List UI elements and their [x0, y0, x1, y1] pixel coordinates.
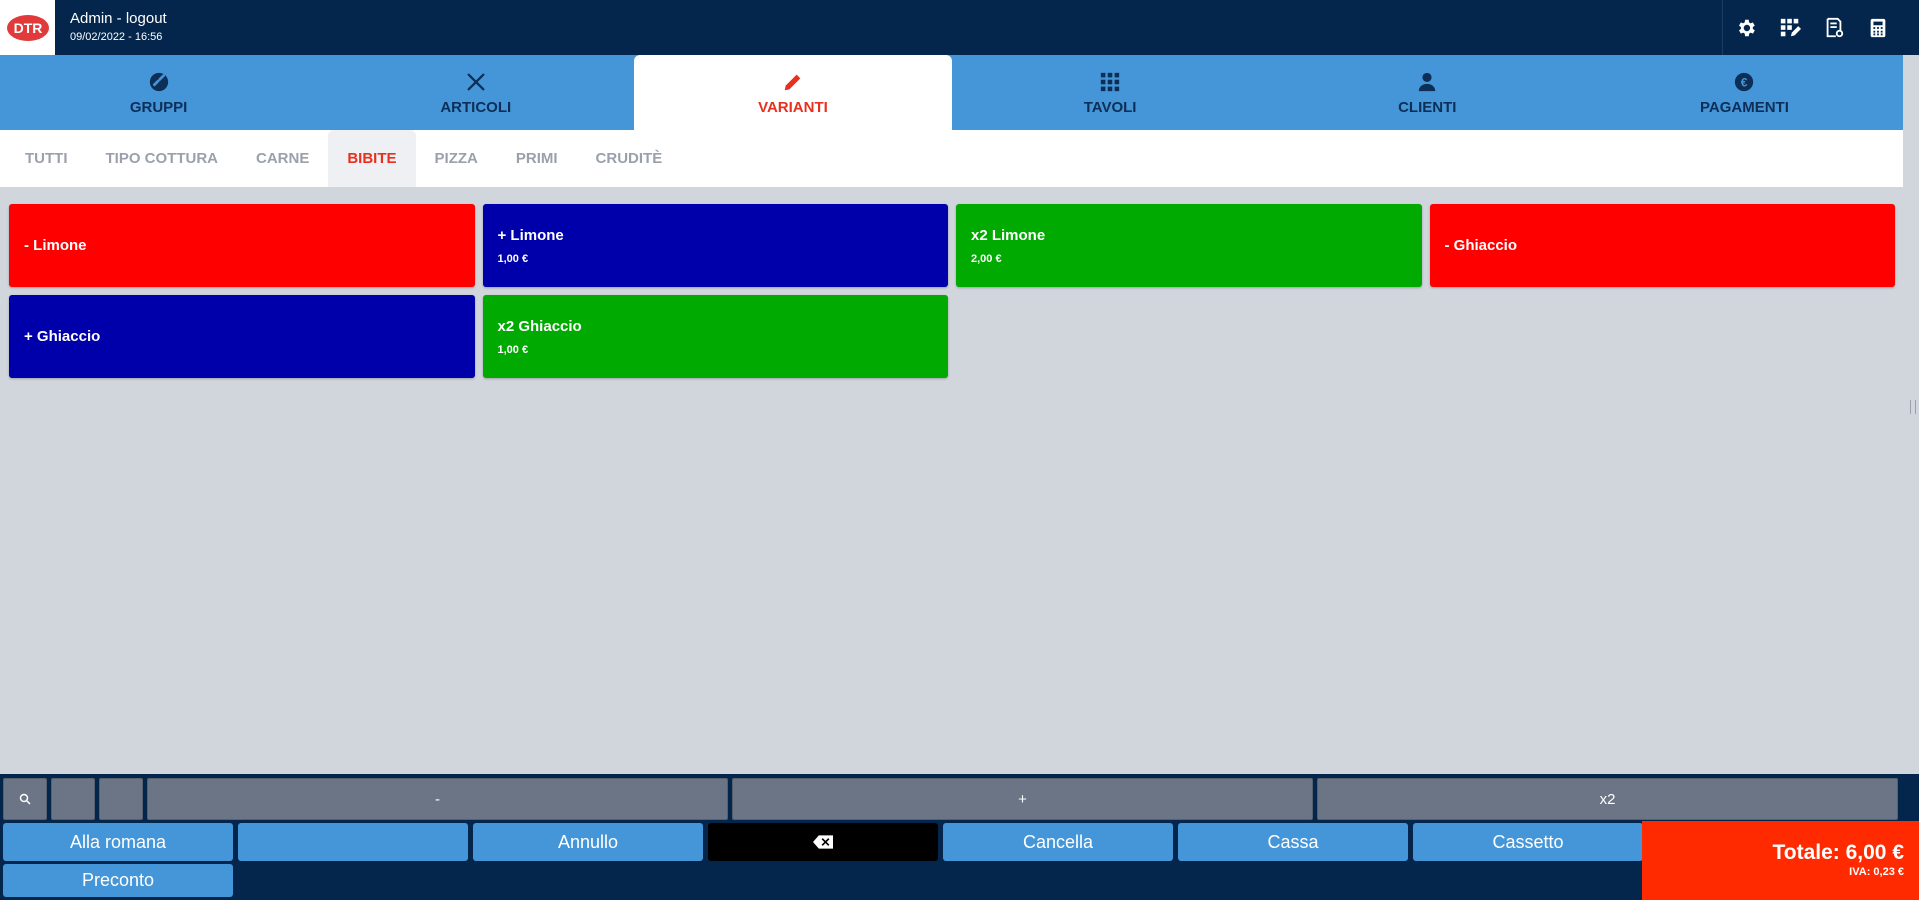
variant-price: 1,00 €	[497, 252, 529, 265]
svg-text:DTR: DTR	[13, 20, 42, 36]
preconto-button[interactable]: Preconto	[3, 864, 233, 897]
top-bar: DTR Admin - logout 09/02/2022 - 16:56	[0, 0, 1919, 55]
keypad-blank-button[interactable]	[99, 778, 143, 820]
user-info: Admin - logout 09/02/2022 - 16:56	[70, 10, 167, 45]
variant-button[interactable]: + Ghiaccio	[9, 295, 475, 378]
subtab-primi[interactable]: PRIMI	[497, 130, 577, 187]
current-datetime: 09/02/2022 - 16:56	[70, 31, 163, 43]
search-icon	[19, 793, 31, 805]
variant-price: 1,00 €	[497, 343, 529, 356]
main-tabs: GRUPPI ARTICOLI VARIANTI TAVOLI CLIENTI …	[0, 55, 1903, 130]
variant-button[interactable]: + Limone 1,00 €	[482, 204, 948, 287]
function-row: Alla romana Annullo Cancella Cassa Casse…	[3, 823, 1643, 861]
top-toolbar	[1722, 0, 1919, 55]
cancella-button[interactable]: Cancella	[943, 823, 1173, 861]
variant-button[interactable]: - Limone	[9, 204, 475, 287]
grid-icon	[1099, 69, 1121, 95]
tab-varianti[interactable]: VARIANTI	[634, 55, 952, 130]
link-icon	[148, 69, 170, 95]
subtab-tipo-cottura[interactable]: TIPO COTTURA	[87, 130, 238, 187]
tab-tavoli[interactable]: TAVOLI	[952, 55, 1269, 130]
cutlery-icon	[465, 69, 487, 95]
tab-clienti[interactable]: CLIENTI	[1269, 55, 1586, 130]
pencil-icon	[782, 69, 804, 95]
category-tabs: TUTTI TIPO COTTURA CARNE BIBITE PIZZA PR…	[0, 130, 1903, 187]
minus-button[interactable]: -	[147, 778, 728, 820]
function-row-2: Preconto	[3, 864, 233, 897]
logo-icon: DTR	[6, 14, 49, 41]
receipt-icon[interactable]	[1823, 17, 1845, 39]
backspace-icon	[813, 835, 833, 849]
alla-romana-button[interactable]: Alla romana	[3, 823, 233, 861]
variant-price: 2,00 €	[971, 252, 1002, 265]
variant-name: - Limone	[24, 237, 87, 254]
grid-edit-icon[interactable]	[1779, 17, 1801, 39]
empty-button[interactable]	[238, 823, 468, 861]
variant-button[interactable]: x2 Ghiaccio 1,00 €	[482, 295, 948, 378]
variant-name: x2 Limone	[971, 226, 1046, 244]
keypad-row: - + x2	[3, 778, 1898, 820]
cassetto-button[interactable]: Cassetto	[1413, 823, 1643, 861]
calculator-icon[interactable]	[1867, 17, 1889, 39]
total-amount: Totale: 6,00 €	[1772, 841, 1905, 864]
svg-text:€: €	[1741, 76, 1748, 90]
tab-label: TAVOLI	[1083, 99, 1137, 116]
subtab-crudite[interactable]: CRUDITÈ	[577, 130, 682, 187]
tab-label: CLIENTI	[1398, 99, 1457, 116]
cassa-button[interactable]: Cassa	[1178, 823, 1408, 861]
subtab-tutti[interactable]: TUTTI	[6, 130, 87, 187]
variant-name: x2 Ghiaccio	[497, 317, 582, 335]
tab-label: PAGAMENTI	[1700, 99, 1789, 116]
variant-name: + Limone	[497, 226, 564, 244]
tab-pagamenti[interactable]: € PAGAMENTI	[1586, 55, 1903, 130]
keypad-blank-button[interactable]	[51, 778, 95, 820]
tab-label: VARIANTI	[758, 99, 828, 116]
variant-button[interactable]: - Ghiaccio	[1429, 204, 1895, 287]
tab-label: ARTICOLI	[440, 99, 512, 116]
annullo-button[interactable]: Annullo	[473, 823, 703, 861]
tab-gruppi[interactable]: GRUPPI	[0, 55, 317, 130]
iva-amount: IVA: 0,23 €	[1849, 866, 1904, 878]
subtab-bibite[interactable]: BIBITE	[328, 130, 416, 187]
search-button[interactable]	[3, 778, 47, 820]
x2-button[interactable]: x2	[1317, 778, 1898, 820]
tab-label: GRUPPI	[129, 99, 188, 116]
variants-grid: - Limone + Limone 1,00 € x2 Limone 2,00 …	[9, 204, 1895, 378]
backspace-button[interactable]	[708, 823, 938, 861]
admin-logout-link[interactable]: Admin - logout	[70, 10, 167, 27]
variant-name: - Ghiaccio	[1444, 237, 1518, 254]
person-icon	[1416, 69, 1438, 95]
plus-button[interactable]: +	[732, 778, 1313, 820]
variant-name: + Ghiaccio	[24, 328, 101, 345]
gear-icon[interactable]	[1735, 17, 1757, 39]
subtab-pizza[interactable]: PIZZA	[416, 130, 497, 187]
resize-handle[interactable]	[1910, 400, 1916, 414]
subtab-carne[interactable]: CARNE	[237, 130, 328, 187]
total-panel: Totale: 6,00 € IVA: 0,23 €	[1642, 821, 1919, 900]
variant-button[interactable]: x2 Limone 2,00 €	[956, 204, 1422, 287]
euro-icon: €	[1733, 69, 1755, 95]
logo: DTR	[0, 0, 55, 55]
tab-articoli[interactable]: ARTICOLI	[317, 55, 634, 130]
